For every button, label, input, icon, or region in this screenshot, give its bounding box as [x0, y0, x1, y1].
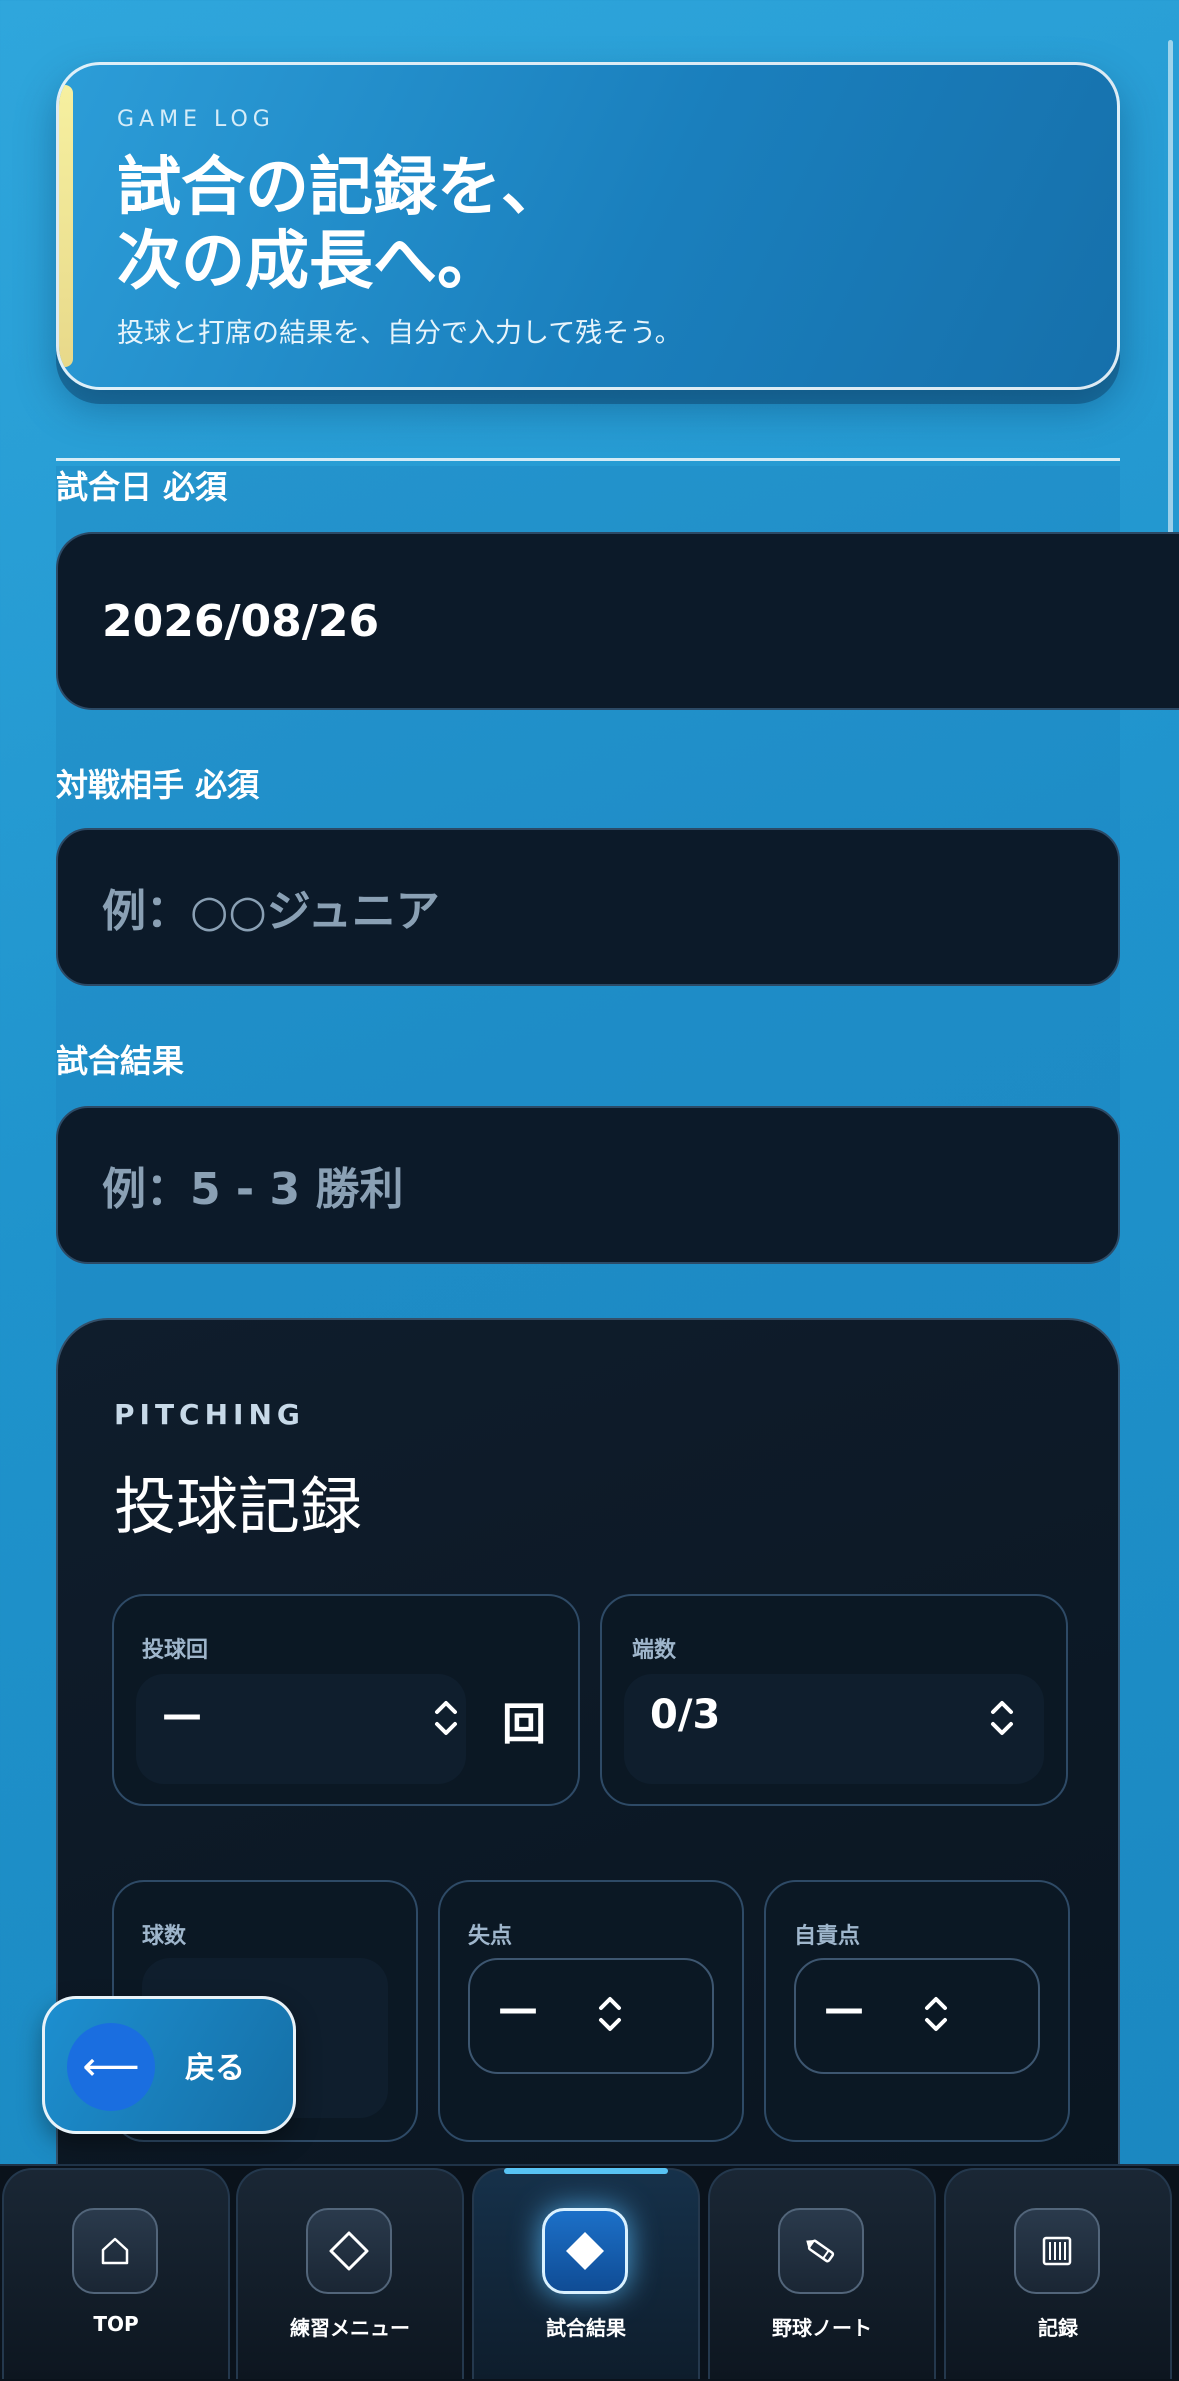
- outs-stepper-icon[interactable]: [988, 1696, 1016, 1740]
- back-button[interactable]: ⟵ 戻る: [42, 1996, 296, 2134]
- date-value: 2026/08/26: [102, 595, 380, 647]
- back-arrow-icon: ⟵: [67, 2023, 155, 2111]
- hero-accent-bar: [59, 85, 73, 367]
- date-field[interactable]: 2026/08/26: [56, 532, 1179, 710]
- opponent-label: 対戦相手 必須: [56, 766, 260, 804]
- hero-title-line1: 試合の記録を、: [117, 151, 565, 225]
- runs-value: —: [498, 1986, 538, 2032]
- innings-label: 投球回: [142, 1638, 209, 1663]
- nav-item-records[interactable]: 記録: [944, 2168, 1172, 2379]
- result-placeholder: 例：5 - 3 勝利: [102, 1164, 404, 1215]
- divider: [56, 458, 1120, 461]
- opponent-placeholder: 例：○○ジュニア: [102, 886, 440, 937]
- nav-item-game-results[interactable]: 試合結果: [472, 2168, 700, 2379]
- runs-select[interactable]: —: [468, 1958, 714, 2074]
- outs-label: 端数: [632, 1638, 677, 1663]
- pitches-label: 球数: [142, 1924, 187, 1949]
- hero-card: GAME LOG 試合の記録を、 次の成長へ。 投球と打席の結果を、自分で入力し…: [56, 62, 1120, 390]
- app-page: GAME LOG 試合の記録を、 次の成長へ。 投球と打席の結果を、自分で入力し…: [0, 0, 1179, 2381]
- hero-subtitle: 投球と打席の結果を、自分で入力して残そう。: [117, 318, 682, 349]
- nav-label-practice-menu: 練習メニュー: [290, 2316, 410, 2340]
- result-input[interactable]: 例：5 - 3 勝利: [56, 1106, 1120, 1264]
- scrollbar[interactable]: [1168, 40, 1173, 540]
- back-button-label: 戻る: [185, 2051, 245, 2086]
- pitching-title: 投球記録: [114, 1470, 363, 1543]
- runs-stepper-icon[interactable]: [596, 1992, 624, 2036]
- hero-title: 試合の記録を、 次の成長へ。: [117, 151, 565, 299]
- nav-label-baseball-note: 野球ノート: [772, 2316, 872, 2340]
- earned-runs-select[interactable]: —: [794, 1958, 1040, 2074]
- nav-label-records: 記録: [1038, 2316, 1078, 2340]
- earned-runs-value: —: [824, 1986, 864, 2032]
- nav-item-top[interactable]: TOP: [2, 2168, 230, 2379]
- nav-label-game-results: 試合結果: [546, 2316, 626, 2340]
- nav-label-top: TOP: [93, 2312, 139, 2336]
- runs-box: 失点 —: [438, 1880, 744, 2142]
- nav-item-practice-menu[interactable]: 練習メニュー: [236, 2168, 464, 2379]
- result-label: 試合結果: [56, 1042, 185, 1080]
- date-label: 試合日 必須: [56, 468, 228, 506]
- runs-label: 失点: [468, 1924, 513, 1949]
- earned-runs-stepper-icon[interactable]: [922, 1992, 950, 2036]
- diamond-filled-icon: [542, 2208, 628, 2294]
- home-icon: [72, 2208, 158, 2294]
- records-icon: [1014, 2208, 1100, 2294]
- hero-title-line2: 次の成長へ。: [117, 225, 501, 299]
- earned-runs-box: 自責点 —: [764, 1880, 1070, 2142]
- pitching-eyebrow: PITCHING: [114, 1398, 305, 1431]
- hero-eyebrow: GAME LOG: [117, 107, 275, 132]
- opponent-input[interactable]: 例：○○ジュニア: [56, 828, 1120, 986]
- innings-unit: 回: [502, 1699, 546, 1750]
- innings-box: 投球回 — 回: [112, 1594, 580, 1806]
- earned-runs-label: 自責点: [794, 1924, 861, 1949]
- innings-stepper-icon[interactable]: [432, 1696, 460, 1740]
- pencil-icon: [778, 2208, 864, 2294]
- innings-value: —: [162, 1692, 202, 1738]
- nav-item-baseball-note[interactable]: 野球ノート: [708, 2168, 936, 2379]
- nav-active-indicator: [504, 2168, 668, 2174]
- diamond-outline-icon: [306, 2208, 392, 2294]
- outs-box: 端数 0/3: [600, 1594, 1068, 1806]
- outs-value: 0/3: [650, 1692, 721, 1738]
